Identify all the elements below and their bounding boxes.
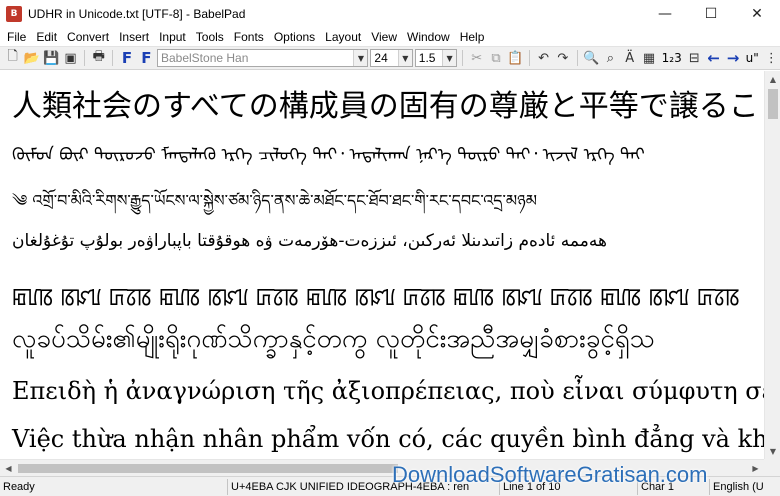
- line-spacing-select[interactable]: 1.5 ▼: [414, 49, 458, 67]
- menu-window[interactable]: Window: [402, 28, 455, 46]
- minimize-button[interactable]: —: [642, 0, 688, 28]
- title-bar: B UDHR in Unicode.txt [UTF-8] - BabelPad…: [0, 0, 780, 28]
- right-arrow-icon[interactable]: →: [724, 49, 741, 67]
- close-button[interactable]: ✕: [734, 0, 780, 28]
- watermark-text: DownloadSoftwareGratisan.com: [392, 462, 708, 487]
- text-line-vietnamese: Việc thừa nhận nhân phẩm vốn có, các quy…: [12, 425, 764, 453]
- menu-help[interactable]: Help: [455, 28, 490, 46]
- paste-icon[interactable]: 📋: [507, 49, 524, 67]
- italic-font-button[interactable]: F: [138, 49, 155, 67]
- vertical-scrollbar[interactable]: ▲ ▼: [764, 71, 780, 459]
- window-controls: — ☐ ✕: [642, 0, 780, 28]
- menu-input[interactable]: Input: [154, 28, 191, 46]
- menu-options[interactable]: Options: [269, 28, 320, 46]
- font-name-select[interactable]: BabelStone Han ▼: [156, 49, 369, 67]
- cut-icon[interactable]: ✂: [468, 49, 485, 67]
- unicode-table-icon[interactable]: ▦: [640, 49, 657, 67]
- toolbar-divider: [84, 50, 86, 66]
- chevron-down-icon[interactable]: ▼: [397, 50, 412, 66]
- scroll-left-icon[interactable]: ◀: [0, 460, 17, 477]
- menu-view[interactable]: View: [366, 28, 402, 46]
- redo-icon[interactable]: ↷: [554, 49, 571, 67]
- save-icon[interactable]: 💾: [43, 49, 60, 67]
- status-ready: Ready: [0, 478, 228, 495]
- scroll-right-icon[interactable]: ▶: [747, 460, 764, 477]
- font-size-value: 24: [374, 51, 388, 65]
- print-icon[interactable]: 🖶: [90, 49, 107, 67]
- text-line-mongolian: ᠬᠦᠮᠦᠨ ᠪᠦᠷ ᠲᠥᠷᠥᠵᠦ ᠮᠡᠨᠳᠡᠯᠡᠬᠦ ᠡᠷᠬᠡ ᠴᠢᠯᠦᠭᠡ ᠲ…: [12, 145, 645, 165]
- text-line-phags-pa: ꡂꡦꡋ ꡋꡜꡦ ꡚꡞꡋ ꡂꡦꡋ ꡋꡜꡦ ꡚꡞꡋ ꡂꡦꡋ ꡋꡜꡦ ꡚꡞꡋ ꡂꡦꡋ …: [12, 285, 741, 310]
- chevron-down-icon[interactable]: ▼: [442, 50, 457, 66]
- babelpad-app-icon[interactable]: B: [6, 6, 22, 22]
- bookmark-icon[interactable]: ⊟: [686, 49, 703, 67]
- copy-icon[interactable]: ⧉: [487, 49, 504, 67]
- menu-fonts[interactable]: Fonts: [229, 28, 269, 46]
- scroll-up-icon[interactable]: ▲: [765, 71, 780, 87]
- status-language: English (U: [713, 480, 764, 493]
- chevron-down-icon[interactable]: ▼: [353, 50, 368, 66]
- toolbar-overflow-icon[interactable]: ⋮: [763, 49, 780, 67]
- line-spacing-value: 1.5: [418, 51, 436, 65]
- scroll-down-icon[interactable]: ▼: [765, 443, 780, 459]
- menu-file[interactable]: File: [2, 28, 31, 46]
- toolbar-divider: [576, 50, 578, 66]
- horizontal-scroll-thumb[interactable]: [18, 464, 398, 473]
- find-icon[interactable]: 🔍: [582, 49, 599, 67]
- open-folder-icon[interactable]: 📂: [23, 49, 40, 67]
- toolbar-divider: [462, 50, 464, 66]
- character-map-icon[interactable]: Ä: [621, 49, 638, 67]
- text-line-greek: Επειδὴ ἡ ἀναγνώριση τῆς ἀξιοπρέπειας, πο…: [12, 377, 764, 405]
- vertical-scroll-thumb[interactable]: [768, 89, 778, 119]
- menu-insert[interactable]: Insert: [114, 28, 154, 46]
- text-line-burmese: လူခပ်သိမ်း၏မျိုးရိုးဂုဏ်သိက္ခာနှင့်တကွ လ…: [12, 324, 655, 354]
- toolbar: 🗋 📂 💾 ▣ 🖶 F F BabelStone Han ▼ 24 ▼ 1.5 …: [0, 46, 780, 70]
- menu-convert[interactable]: Convert: [62, 28, 114, 46]
- menu-layout[interactable]: Layout: [320, 28, 366, 46]
- bold-font-button[interactable]: F: [118, 49, 135, 67]
- menu-edit[interactable]: Edit: [31, 28, 62, 46]
- toolbar-divider: [528, 50, 530, 66]
- text-editor[interactable]: 人類社会のすべての構成員の固有の尊厳と平等で譲ることの ᠬᠦᠮᠦᠨ ᠪᠦᠷ ᠲᠥ…: [0, 71, 764, 459]
- direction-toggle-button[interactable]: u": [744, 51, 761, 65]
- text-line-uyghur: ھەممە ئادەم زاتىدىنلا ئەركىن، ئىززەت-ھۆر…: [12, 231, 607, 251]
- menu-tools[interactable]: Tools: [191, 28, 229, 46]
- text-line-tibetan: ༄ འགྲོ་བ་མིའི་རིགས་རྒྱུད་ཡོངས་ལ་སྐྱེས་ཙམ…: [12, 191, 537, 210]
- font-name-value: BabelStone Han: [160, 51, 249, 65]
- numbering-button[interactable]: 1₂3: [660, 51, 684, 65]
- save-all-icon[interactable]: ▣: [62, 49, 79, 67]
- find-replace-icon[interactable]: ⌕: [602, 49, 619, 67]
- left-arrow-icon[interactable]: ←: [705, 49, 722, 67]
- text-line-japanese: 人類社会のすべての構成員の固有の尊厳と平等で譲ることの: [12, 89, 764, 124]
- window-title: UDHR in Unicode.txt [UTF-8] - BabelPad: [28, 7, 246, 21]
- maximize-button[interactable]: ☐: [688, 0, 734, 28]
- undo-icon[interactable]: ↶: [535, 49, 552, 67]
- font-size-select[interactable]: 24 ▼: [370, 49, 413, 67]
- new-file-icon[interactable]: 🗋: [4, 49, 21, 67]
- toolbar-divider: [112, 50, 114, 66]
- scrollbar-corner: [764, 459, 780, 476]
- menu-bar: File Edit Convert Insert Input Tools Fon…: [0, 28, 780, 46]
